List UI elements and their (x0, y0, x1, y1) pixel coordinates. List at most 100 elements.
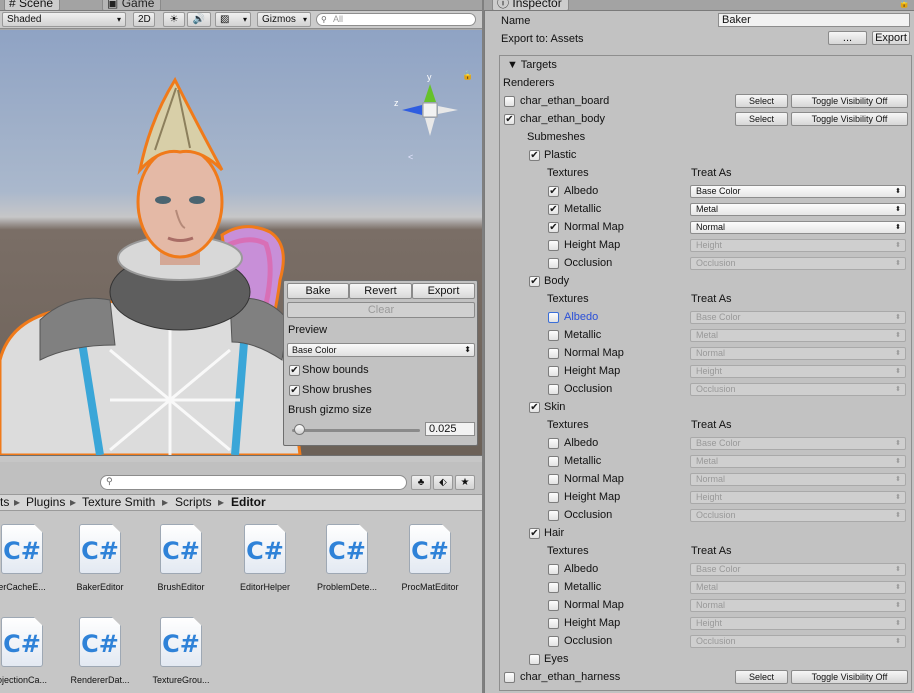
renderer-harness-toggle-visibility-button[interactable]: Toggle Visibility Off (791, 670, 908, 684)
breadcrumb-current[interactable]: Editor (231, 495, 266, 510)
gizmo-size-field[interactable]: 0.025 (425, 422, 475, 436)
submesh-hair-checkbox[interactable]: ✔ (529, 528, 540, 539)
tab-scene[interactable]: # Scene (4, 0, 61, 10)
renderer-board-checkbox[interactable] (504, 96, 515, 107)
hair-metallic-dropdown[interactable]: Metal ⬍ (690, 581, 906, 594)
scene-search-input[interactable]: ⚲ All (316, 13, 476, 26)
skin-metallic-checkbox[interactable] (548, 456, 559, 467)
script-file[interactable]: C# BrushEditor (141, 524, 221, 592)
export-button[interactable]: Export (412, 283, 475, 299)
skin-albedo-dropdown[interactable]: Base Color ⬍ (690, 437, 906, 450)
script-file[interactable]: C# TextureGrou... (141, 617, 221, 685)
preview-dropdown[interactable]: Base Color ⬍ (287, 343, 475, 357)
effects-dropdown[interactable]: ▨ ▾ (215, 12, 251, 27)
plastic-metallic-checkbox[interactable]: ✔ (548, 204, 559, 215)
skin-occlusion-checkbox[interactable] (548, 510, 559, 521)
script-file[interactable]: C# EditorHelper (225, 524, 305, 592)
tab-inspector[interactable]: ⓘ Inspector (492, 0, 569, 10)
script-file[interactable]: C# ProblemDete... (307, 524, 387, 592)
inspector-export-button[interactable]: Export (872, 31, 910, 45)
body-normal-dropdown[interactable]: Normal ⬍ (690, 347, 906, 360)
name-field[interactable]: Baker (718, 13, 910, 27)
treat-as-header: Treat As (691, 167, 732, 179)
gizmo-size-slider-track[interactable] (292, 429, 420, 432)
renderer-harness-select-button[interactable]: Select (735, 670, 788, 684)
hair-albedo-dropdown[interactable]: Base Color ⬍ (690, 563, 906, 576)
body-height-dropdown[interactable]: Height ⬍ (690, 365, 906, 378)
renderer-body-checkbox[interactable]: ✔ (504, 114, 515, 125)
hair-normal-dropdown[interactable]: Normal ⬍ (690, 599, 906, 612)
plastic-normal-checkbox[interactable]: ✔ (548, 222, 559, 233)
renderer-harness-checkbox[interactable] (504, 672, 515, 683)
breadcrumb-item[interactable]: Texture Smith (82, 495, 155, 510)
breadcrumb-item[interactable]: ts (0, 495, 9, 510)
hair-albedo-checkbox[interactable] (548, 564, 559, 575)
plastic-height-checkbox[interactable] (548, 240, 559, 251)
script-file[interactable]: C# ojectionCa... (0, 617, 62, 685)
bake-button[interactable]: Bake (287, 283, 349, 299)
scene-viewport[interactable]: y z < 🔒 Bake Revert Export Clear Preview… (0, 30, 482, 455)
gizmo-size-slider-thumb[interactable] (294, 424, 306, 435)
browse-button[interactable]: ... (828, 31, 867, 45)
submesh-eyes-checkbox[interactable] (529, 654, 540, 665)
script-file[interactable]: C# erCacheE... (0, 524, 62, 592)
body-normal-checkbox[interactable] (548, 348, 559, 359)
skin-height-dropdown[interactable]: Height ⬍ (690, 491, 906, 504)
hair-normal-checkbox[interactable] (548, 600, 559, 611)
favorites-button[interactable]: ★ (455, 475, 475, 490)
script-file[interactable]: C# BakerEditor (60, 524, 140, 592)
hair-metallic-checkbox[interactable] (548, 582, 559, 593)
lighting-toggle-button[interactable]: ☀ (163, 12, 185, 27)
hair-occlusion-checkbox[interactable] (548, 636, 559, 647)
body-albedo-dropdown[interactable]: Base Color ⬍ (690, 311, 906, 324)
skin-height-checkbox[interactable] (548, 492, 559, 503)
show-bounds-checkbox[interactable]: ✔ (289, 365, 300, 376)
shading-mode-dropdown[interactable]: Shaded ▾ (2, 12, 126, 27)
skin-occlusion-dropdown[interactable]: Occlusion ⬍ (690, 509, 906, 522)
plastic-occlusion-checkbox[interactable] (548, 258, 559, 269)
breadcrumb-item[interactable]: Plugins (26, 495, 65, 510)
renderer-body-select-button[interactable]: Select (735, 112, 788, 126)
submesh-plastic-checkbox[interactable]: ✔ (529, 150, 540, 161)
plastic-normal-dropdown[interactable]: Normal ⬍ (690, 221, 906, 234)
skin-normal-dropdown[interactable]: Normal ⬍ (690, 473, 906, 486)
breadcrumb-item[interactable]: Scripts (175, 495, 212, 510)
lock-icon[interactable]: 🔒 (899, 0, 910, 9)
skin-albedo-checkbox[interactable] (548, 438, 559, 449)
audio-toggle-button[interactable]: 🔊 (187, 12, 211, 27)
plastic-albedo-dropdown[interactable]: Base Color ⬍ (690, 185, 906, 198)
tab-game[interactable]: ▣ Game (102, 0, 162, 10)
skin-normal-checkbox[interactable] (548, 474, 559, 485)
renderer-board-toggle-visibility-button[interactable]: Toggle Visibility Off (791, 94, 908, 108)
script-file[interactable]: C# ProcMatEditor (390, 524, 470, 592)
targets-foldout[interactable]: ▼ Targets (507, 59, 557, 71)
body-occlusion-dropdown[interactable]: Occlusion ⬍ (690, 383, 906, 396)
hair-height-checkbox[interactable] (548, 618, 559, 629)
body-height-checkbox[interactable] (548, 366, 559, 377)
plastic-height-dropdown[interactable]: Height ⬍ (690, 239, 906, 252)
toggle-2d-button[interactable]: 2D (133, 12, 155, 27)
hair-height-dropdown[interactable]: Height ⬍ (690, 617, 906, 630)
body-albedo-checkbox[interactable] (548, 312, 559, 323)
submesh-body-checkbox[interactable]: ✔ (529, 276, 540, 287)
filter-by-type-button[interactable]: ♣ (411, 475, 431, 490)
hair-occlusion-dropdown[interactable]: Occlusion ⬍ (690, 635, 906, 648)
project-search-input[interactable]: ⚲ (100, 475, 407, 490)
plastic-occlusion-dropdown[interactable]: Occlusion ⬍ (690, 257, 906, 270)
show-brushes-checkbox[interactable]: ✔ (289, 385, 300, 396)
skin-metallic-dropdown[interactable]: Metal ⬍ (690, 455, 906, 468)
body-occlusion-checkbox[interactable] (548, 384, 559, 395)
clear-button[interactable]: Clear (287, 302, 475, 318)
renderer-body-toggle-visibility-button[interactable]: Toggle Visibility Off (791, 112, 908, 126)
revert-button[interactable]: Revert (349, 283, 412, 299)
filter-by-label-button[interactable]: ⬖ (433, 475, 453, 490)
renderer-board-select-button[interactable]: Select (735, 94, 788, 108)
body-metallic-dropdown[interactable]: Metal ⬍ (690, 329, 906, 342)
gizmos-dropdown[interactable]: Gizmos ▾ (257, 12, 311, 27)
dropdown-value: Normal (696, 600, 726, 610)
submesh-skin-checkbox[interactable]: ✔ (529, 402, 540, 413)
plastic-albedo-checkbox[interactable]: ✔ (548, 186, 559, 197)
body-metallic-checkbox[interactable] (548, 330, 559, 341)
script-file[interactable]: C# RendererDat... (60, 617, 140, 685)
plastic-metallic-dropdown[interactable]: Metal ⬍ (690, 203, 906, 216)
